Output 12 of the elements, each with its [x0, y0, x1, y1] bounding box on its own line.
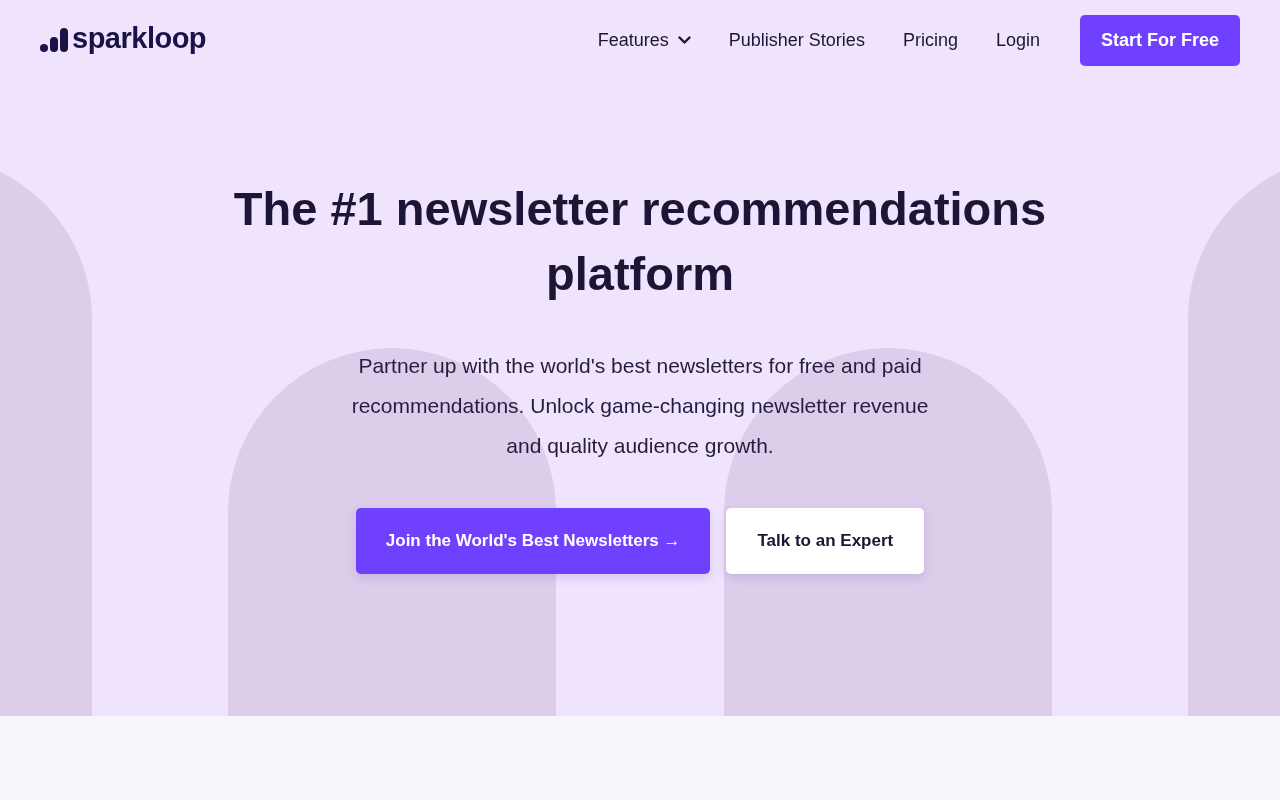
features-menu[interactable]: Features [597, 26, 691, 54]
hero-title: The #1 newsletter recommendations platform [232, 181, 1048, 302]
chevron-down-icon [677, 35, 691, 45]
logo-wordmark: sparkloop [72, 24, 207, 56]
nav-link[interactable]: Publisher Stories [728, 26, 865, 54]
talk-to-expert-button[interactable]: Talk to an Expert [726, 508, 925, 574]
start-for-free-button[interactable]: Start For Free [1079, 14, 1240, 66]
join-button[interactable]: Join the World's Best Newsletters → [355, 508, 711, 574]
nav-link[interactable]: Login [995, 26, 1040, 54]
nav-link[interactable]: Pricing [902, 26, 958, 54]
logo-bars-icon [40, 28, 68, 52]
hero-subtitle: Partner up with the world's best newsletters for free and paid recommendations. Unlock game-changing newsletter revenue and quality audience growth. [350, 353, 930, 459]
